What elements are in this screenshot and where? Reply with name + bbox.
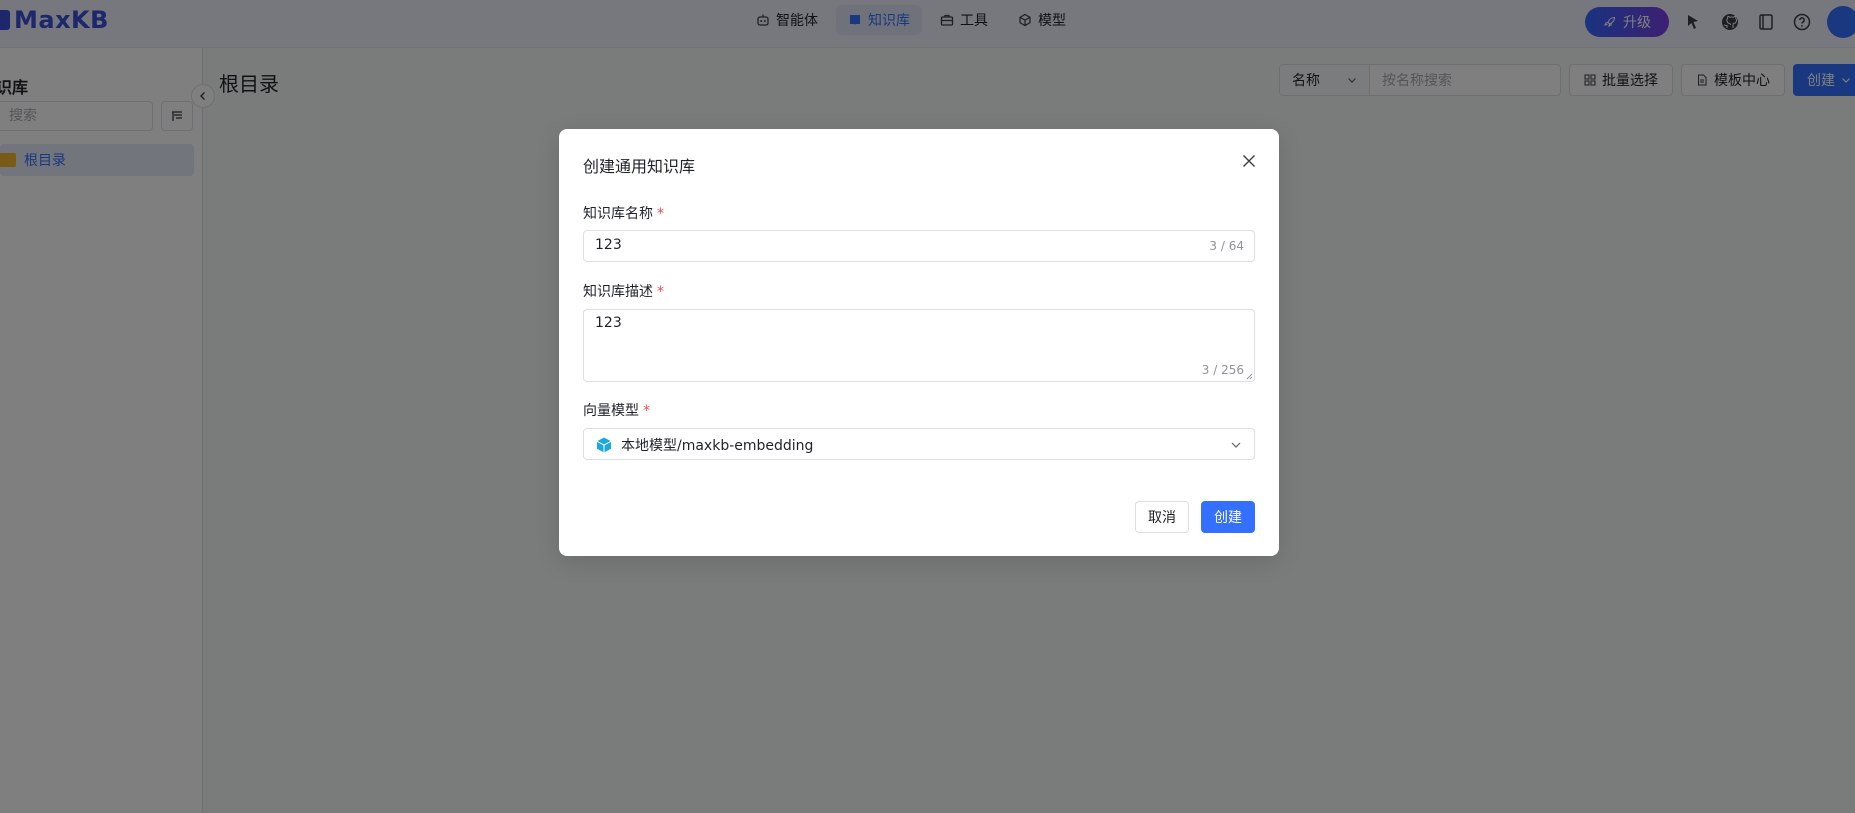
chevron-down-icon xyxy=(1231,442,1241,448)
name-field-label: 知识库名称 * xyxy=(583,203,664,223)
name-input[interactable]: 123 3 / 64 xyxy=(583,230,1255,262)
name-label-text: 知识库名称 xyxy=(583,206,653,222)
dialog-title: 创建通用知识库 xyxy=(583,157,696,176)
required-asterisk: * xyxy=(657,284,664,300)
desc-textarea[interactable]: 123 3 / 256 xyxy=(583,309,1255,382)
model-select[interactable]: 本地模型/maxkb-embedding xyxy=(583,428,1255,460)
model-cube-icon xyxy=(596,437,612,453)
model-field-label: 向量模型 * xyxy=(583,400,650,420)
model-select-value: 本地模型/maxkb-embedding xyxy=(621,438,814,454)
required-asterisk: * xyxy=(657,206,664,222)
close-icon[interactable] xyxy=(1239,151,1259,171)
desc-field-label: 知识库描述 * xyxy=(583,281,664,301)
required-asterisk: * xyxy=(643,403,650,419)
name-input-value: 123 xyxy=(595,237,622,253)
name-counter: 3 / 64 xyxy=(1209,239,1244,253)
cancel-button[interactable]: 取消 xyxy=(1135,501,1189,533)
desc-counter: 3 / 256 xyxy=(1201,363,1244,377)
create-button[interactable]: 创建 xyxy=(1201,501,1255,533)
desc-label-text: 知识库描述 xyxy=(583,284,653,300)
desc-textarea-value: 123 xyxy=(595,315,622,331)
model-label-text: 向量模型 xyxy=(583,403,639,419)
resize-handle-icon[interactable] xyxy=(1246,373,1253,380)
create-knowledge-dialog: 创建通用知识库 知识库名称 * 123 3 / 64 知识库描述 * 123 3 /… xyxy=(559,129,1279,556)
